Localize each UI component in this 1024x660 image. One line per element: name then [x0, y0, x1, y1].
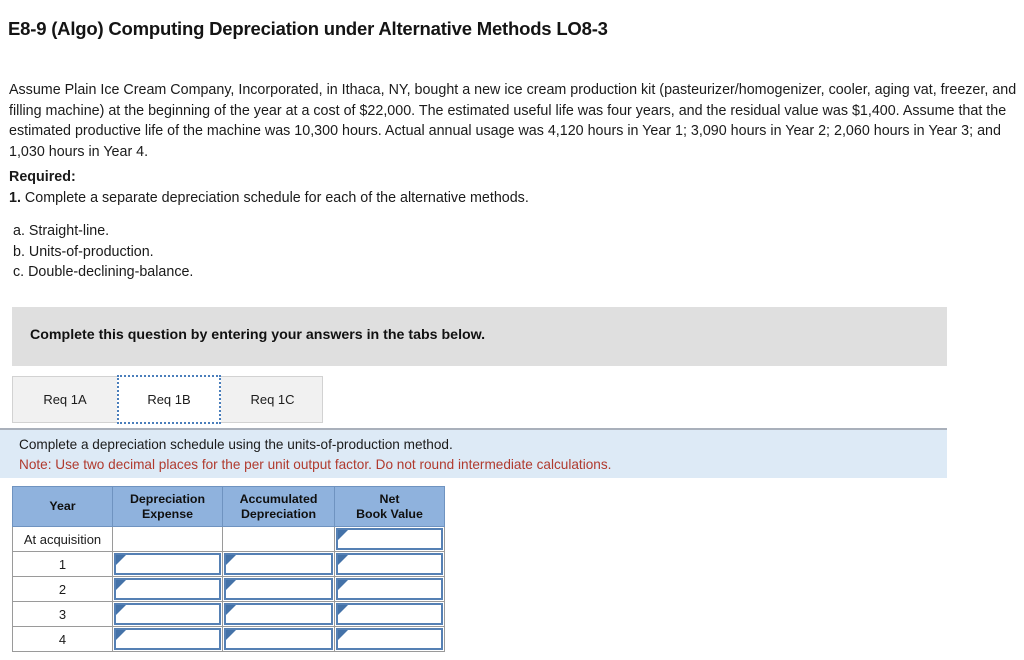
row-year-label: 2 [12, 576, 113, 602]
input-box[interactable] [336, 628, 443, 650]
cell-input-accumulated_depreciation[interactable] [222, 626, 335, 652]
cell-corner-triangle-icon [226, 555, 236, 565]
note-instruction-text: Complete a depreciation schedule using t… [19, 437, 453, 452]
cell-blank-depreciation_expense [112, 526, 223, 552]
cell-corner-triangle-icon [116, 555, 126, 565]
cell-input-accumulated_depreciation[interactable] [222, 551, 335, 577]
cell-input-depreciation_expense[interactable] [112, 601, 223, 627]
required-label: Required: [9, 169, 76, 185]
cell-input-net_book_value[interactable] [334, 551, 445, 577]
input-box[interactable] [114, 628, 221, 650]
tab-req-1b[interactable]: Req 1B [117, 375, 221, 424]
row-year-label: 4 [12, 626, 113, 652]
method-item-b: b. Units-of-production. [13, 243, 154, 260]
cell-corner-triangle-icon [338, 605, 348, 615]
cell-input-net_book_value[interactable] [334, 601, 445, 627]
cell-input-net_book_value[interactable] [334, 576, 445, 602]
cell-value [338, 555, 441, 573]
row-year-label: 3 [12, 601, 113, 627]
cell-corner-triangle-icon [116, 630, 126, 640]
table-row: 3 [12, 601, 445, 627]
instruction-banner-text: Complete this question by entering your … [30, 327, 486, 343]
column-header-depreciation-expense-line2: Expense [142, 506, 193, 521]
input-box[interactable] [336, 578, 443, 600]
cell-corner-triangle-icon [226, 630, 236, 640]
cell-input-depreciation_expense[interactable] [112, 626, 223, 652]
cell-value [338, 530, 441, 548]
tab-strip: Req 1A Req 1B Req 1C [12, 375, 324, 424]
cell-corner-triangle-icon [226, 605, 236, 615]
column-header-net-book-value-line2: Book Value [356, 506, 423, 521]
cell-corner-triangle-icon [338, 530, 348, 540]
table-header-row: Year Depreciation Expense Accumulated De… [12, 486, 445, 527]
column-header-net-book-value: Net Book Value [334, 486, 445, 527]
cell-value [338, 630, 441, 648]
methods-list: a. Straight-line. b. Units-of-production… [13, 221, 193, 283]
cell-value [116, 580, 219, 598]
note-warning-text: Note: Use two decimal places for the per… [19, 457, 612, 472]
table-row: 4 [12, 626, 445, 652]
column-header-accumulated-depreciation-line1: Accumulated [239, 492, 318, 506]
input-box[interactable] [336, 553, 443, 575]
method-item-a: a. Straight-line. [13, 223, 110, 239]
cell-input-accumulated_depreciation[interactable] [222, 601, 335, 627]
table-row: At acquisition [12, 526, 445, 552]
cell-input-accumulated_depreciation[interactable] [222, 576, 335, 602]
tab-req-1c[interactable]: Req 1C [221, 376, 324, 423]
cell-value [226, 580, 331, 598]
required-item-number: 1. [9, 189, 21, 206]
column-header-accumulated-depreciation: Accumulated Depreciation [222, 486, 335, 527]
note-box: Complete a depreciation schedule using t… [0, 428, 947, 478]
cell-value [226, 605, 331, 623]
cell-input-net_book_value[interactable] [334, 626, 445, 652]
cell-value [116, 605, 219, 623]
cell-corner-triangle-icon [116, 580, 126, 590]
cell-blank-accumulated_depreciation [222, 526, 335, 552]
instruction-banner: Complete this question by entering your … [12, 307, 947, 366]
input-box[interactable] [336, 528, 443, 550]
column-header-depreciation-expense: Depreciation Expense [112, 486, 223, 527]
table-body: At acquisition 1 2 3 4 [12, 526, 445, 652]
cell-corner-triangle-icon [338, 580, 348, 590]
scenario-paragraph: Assume Plain Ice Cream Company, Incorpor… [9, 82, 1017, 161]
cell-corner-triangle-icon [226, 580, 236, 590]
required-item-text: Complete a separate depreciation schedul… [24, 189, 529, 206]
input-box[interactable] [336, 603, 443, 625]
table-row: 2 [12, 576, 445, 602]
input-box[interactable] [224, 578, 333, 600]
input-box[interactable] [114, 553, 221, 575]
input-box[interactable] [114, 603, 221, 625]
column-header-depreciation-expense-line1: Depreciation [129, 492, 206, 506]
cell-input-depreciation_expense[interactable] [112, 551, 223, 577]
cell-input-depreciation_expense[interactable] [112, 576, 223, 602]
tab-req-1a[interactable]: Req 1A [13, 376, 117, 423]
column-header-year: Year [12, 486, 113, 527]
depreciation-schedule-table: Year Depreciation Expense Accumulated De… [12, 486, 445, 652]
input-box[interactable] [114, 578, 221, 600]
cell-corner-triangle-icon [338, 630, 348, 640]
cell-value [226, 555, 331, 573]
input-box[interactable] [224, 603, 333, 625]
cell-value [338, 605, 441, 623]
cell-value [338, 580, 441, 598]
column-header-net-book-value-line1: Net [379, 492, 400, 506]
cell-corner-triangle-icon [116, 605, 126, 615]
cell-value [226, 630, 331, 648]
cell-value [116, 555, 219, 573]
input-box[interactable] [224, 628, 333, 650]
input-box[interactable] [224, 553, 333, 575]
row-year-label: 1 [12, 551, 113, 577]
column-header-accumulated-depreciation-line2: Depreciation [240, 506, 317, 521]
cell-value [116, 630, 219, 648]
cell-input-net_book_value[interactable] [334, 526, 445, 552]
required-block: Required: 1. Complete a separate depreci… [9, 167, 809, 208]
required-item-1: 1. Complete a separate depreciation sche… [9, 188, 809, 209]
row-year-label: At acquisition [12, 526, 113, 552]
cell-corner-triangle-icon [338, 555, 348, 565]
page-title: E8-9 (Algo) Computing Depreciation under… [8, 18, 608, 40]
method-item-c: c. Double-declining-balance. [13, 264, 194, 281]
table-row: 1 [12, 551, 445, 577]
